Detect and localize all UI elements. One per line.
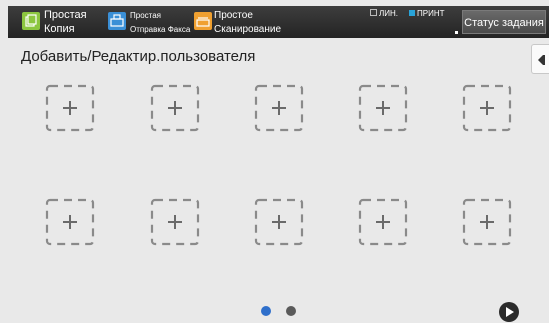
- add-plus-icon: [462, 84, 512, 132]
- line-status-icon: [370, 9, 377, 17]
- copy-icon: [22, 12, 40, 30]
- add-user-slot[interactable]: [150, 198, 200, 246]
- easy-fax-label-1: Простая: [130, 11, 162, 20]
- easy-scan-button[interactable]: Простое Сканирование: [186, 6, 286, 38]
- top-bar: Простая Копия Простая Отправка Факса Про…: [8, 6, 549, 38]
- add-user-slot[interactable]: [358, 198, 408, 246]
- add-plus-icon: [358, 198, 408, 246]
- add-plus-icon: [462, 198, 512, 246]
- add-plus-icon: [254, 198, 304, 246]
- easy-copy-label-2: Копия: [44, 23, 75, 35]
- easy-fax-label-2: Отправка Факса: [130, 25, 191, 34]
- add-user-slot[interactable]: [462, 84, 512, 132]
- easy-scan-label-1: Простое: [214, 10, 253, 21]
- add-plus-icon: [150, 198, 200, 246]
- add-plus-icon: [254, 84, 304, 132]
- add-user-slot[interactable]: [462, 198, 512, 246]
- play-next-icon: [506, 307, 514, 317]
- line-indicator-label: ЛИН.: [379, 9, 398, 18]
- page-indicator-dot-1[interactable]: [261, 306, 271, 316]
- line-indicator: ЛИН.: [370, 9, 398, 18]
- add-plus-icon: [45, 84, 95, 132]
- easy-copy-label-1: Простая: [44, 9, 87, 21]
- panel-collapse-icon: [538, 55, 545, 65]
- add-user-slot[interactable]: [150, 84, 200, 132]
- add-user-slot[interactable]: [45, 198, 95, 246]
- next-page-button[interactable]: [499, 302, 519, 322]
- scan-icon: [194, 12, 212, 30]
- easy-copy-button[interactable]: Простая Копия: [14, 6, 98, 38]
- add-plus-icon: [150, 84, 200, 132]
- easy-scan-label-2: Сканирование: [214, 24, 282, 35]
- add-user-slot[interactable]: [254, 84, 304, 132]
- print-indicator-label: ПРИНТ: [417, 9, 445, 18]
- add-user-slot[interactable]: [45, 84, 95, 132]
- add-plus-icon: [358, 84, 408, 132]
- page-title: Добавить/Редактир.пользователя: [21, 48, 256, 65]
- add-plus-icon: [45, 198, 95, 246]
- print-status-icon: [409, 9, 415, 16]
- add-user-slot[interactable]: [358, 84, 408, 132]
- add-user-slot[interactable]: [254, 198, 304, 246]
- side-panel-toggle[interactable]: [531, 44, 549, 74]
- status-dot-icon: [455, 31, 458, 34]
- fax-icon: [108, 12, 126, 30]
- job-status-button[interactable]: Статус задания: [462, 10, 546, 34]
- print-indicator: ПРИНТ: [409, 9, 445, 18]
- easy-fax-button[interactable]: Простая Отправка Факса: [100, 6, 200, 38]
- page-indicator-dot-2[interactable]: [286, 306, 296, 316]
